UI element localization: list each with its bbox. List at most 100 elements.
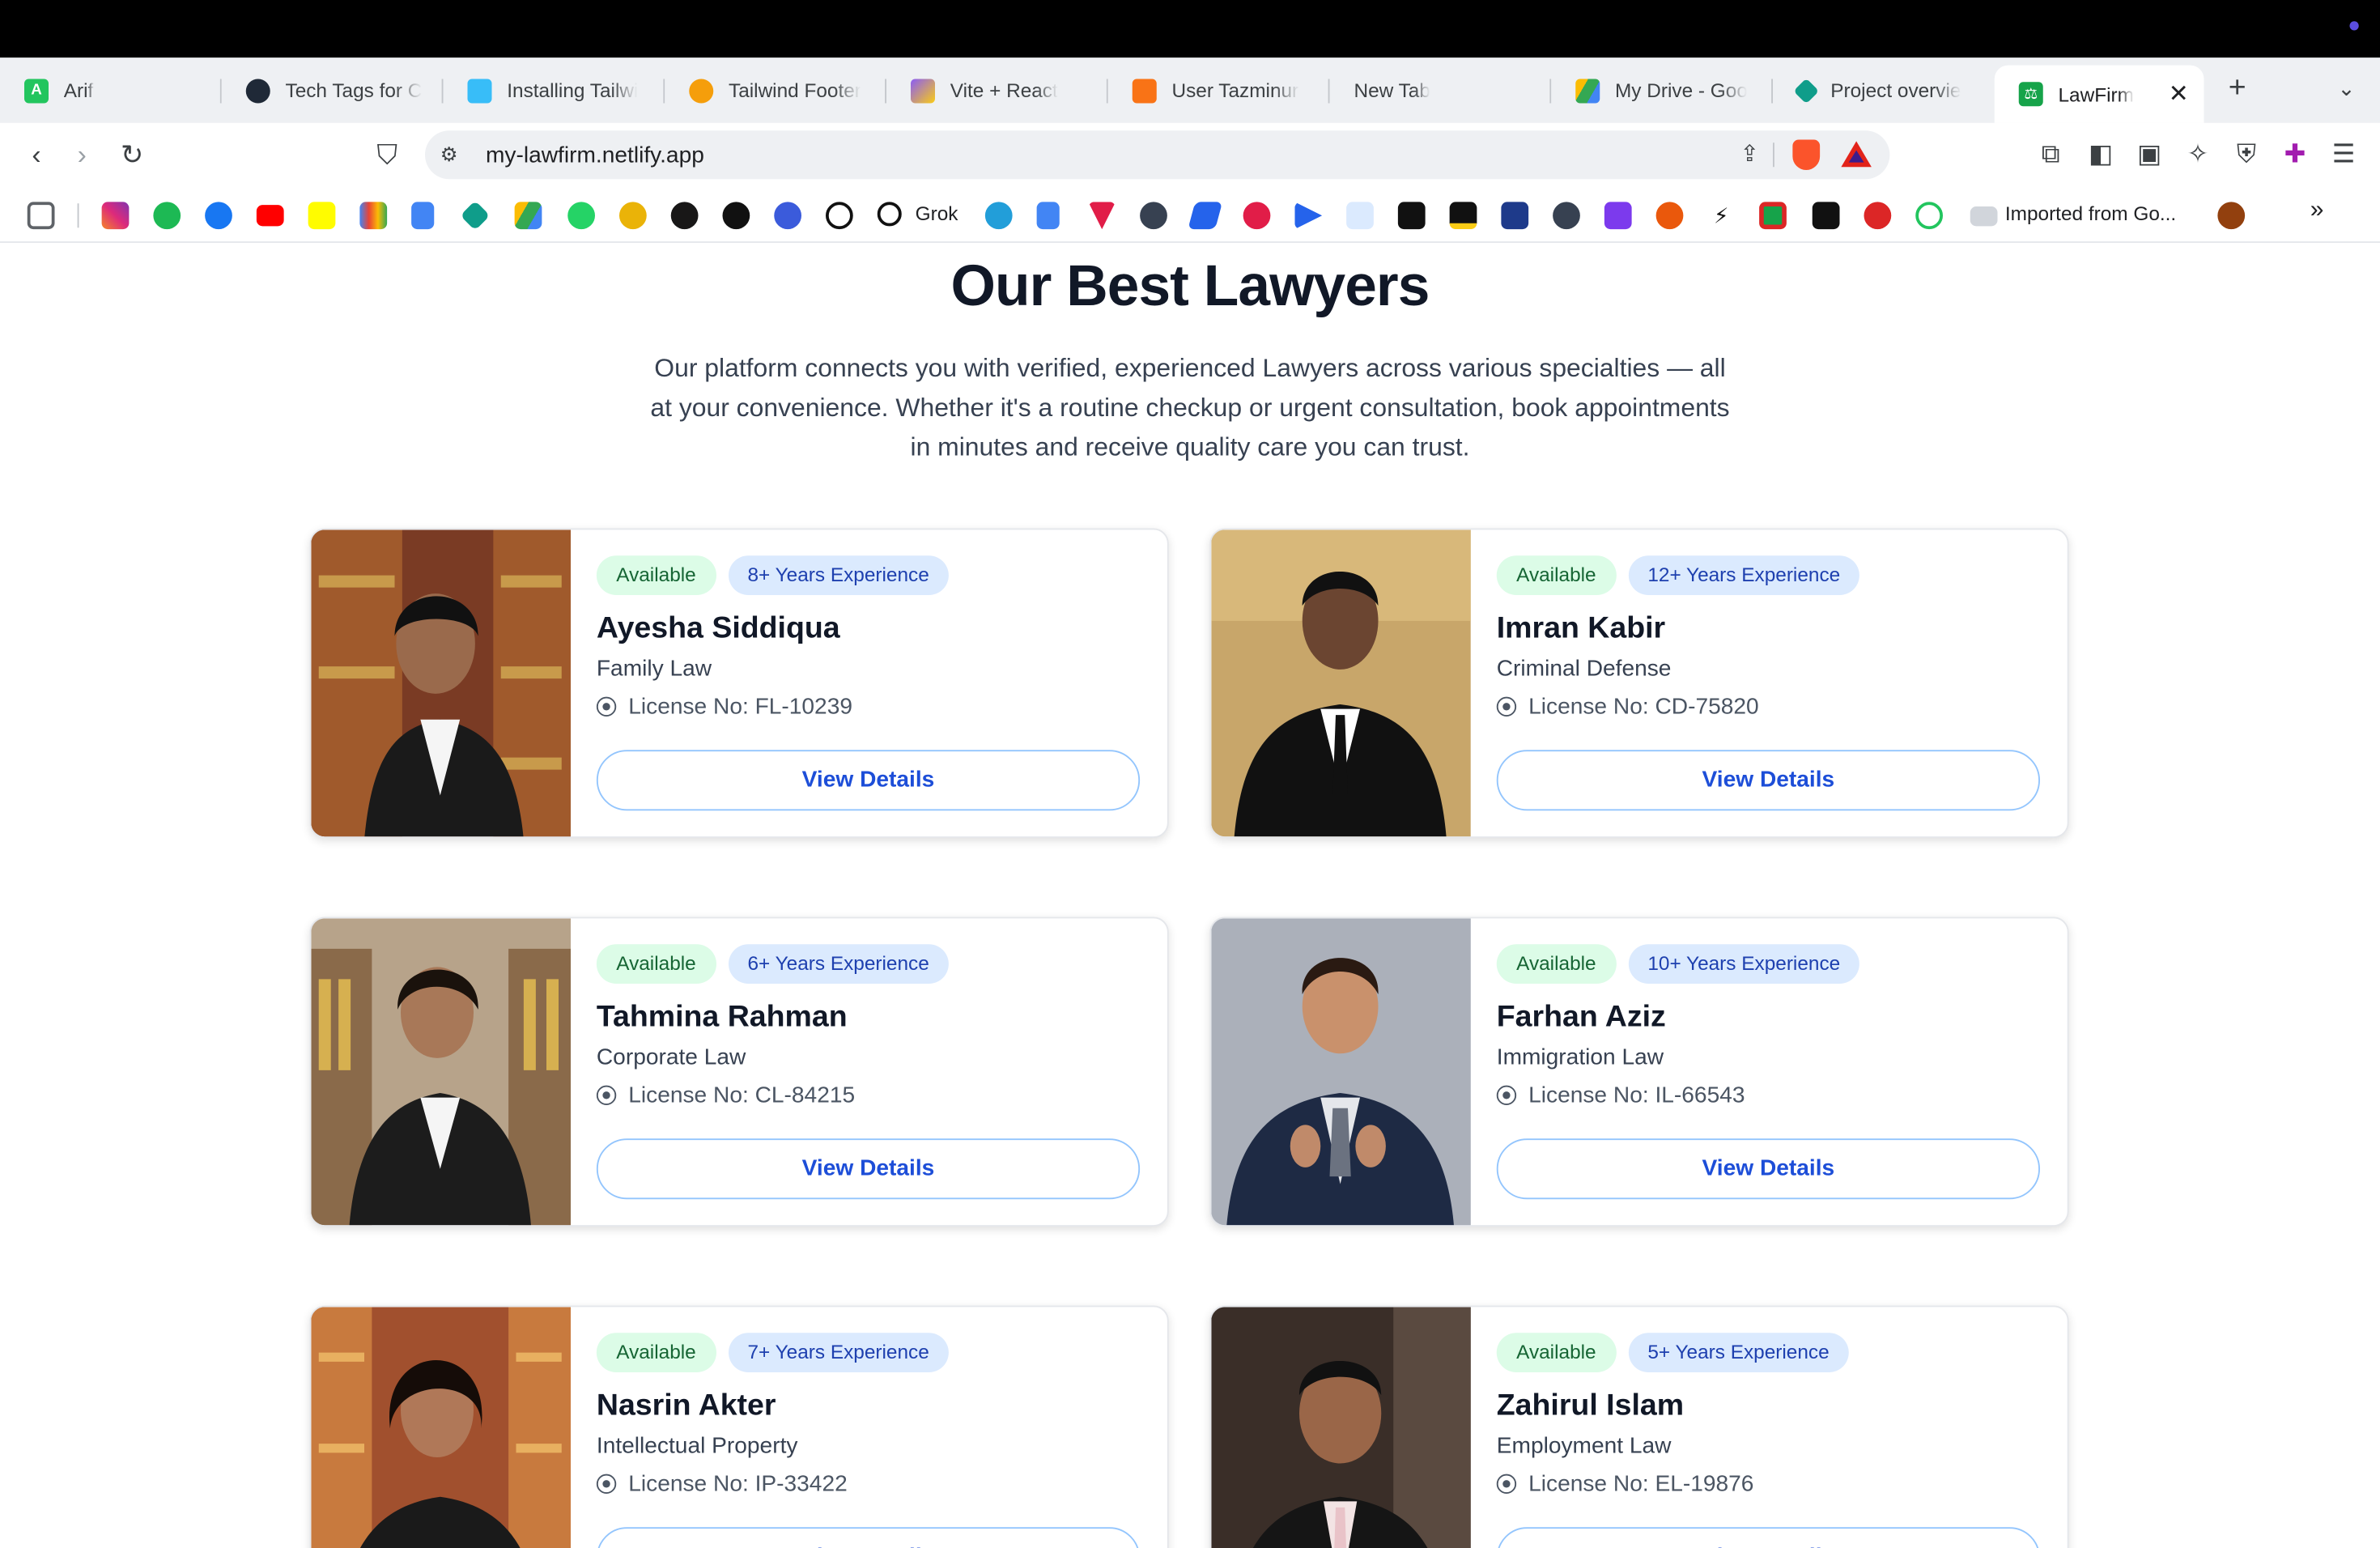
t-icon[interactable] — [1864, 202, 1892, 230]
address-bar[interactable]: ⚙ my-lawfirm.netlify.app ⇪ — [425, 130, 1890, 180]
license-icon — [596, 696, 617, 717]
close-tab-icon[interactable]: ✕ — [2157, 79, 2189, 110]
lawyer-license: License No: EL-19876 — [1528, 1470, 1754, 1497]
google-docs-icon[interactable] — [411, 202, 435, 230]
diamond-icon[interactable] — [460, 200, 491, 231]
view-details-button[interactable]: View Details — [596, 750, 1141, 811]
bookmarks-overflow-icon[interactable]: » — [2310, 198, 2324, 225]
red-box-icon[interactable] — [1759, 202, 1787, 230]
docs-icon[interactable] — [1036, 202, 1060, 230]
tab-my-drive[interactable]: My Drive - Goo — [1551, 57, 1773, 123]
tab-search-chevron-icon[interactable]: ⌄ — [2338, 76, 2356, 102]
tab-user-tazminur[interactable]: User Tazminur — [1108, 57, 1330, 123]
bolt-icon[interactable]: ⚡ — [1707, 202, 1736, 230]
snapchat-icon[interactable] — [308, 202, 336, 230]
extensions-icon[interactable]: ⧉ — [2034, 138, 2068, 172]
yt-music-icon[interactable] — [1243, 202, 1271, 230]
vpn-icon[interactable]: ⛨ — [2229, 138, 2263, 172]
experience-badge: 12+ Years Experience — [1627, 555, 1860, 595]
books-icon[interactable] — [1188, 202, 1223, 230]
apps-grid-icon[interactable] — [27, 202, 55, 230]
tab-label: User Tazminur — [1171, 79, 1299, 102]
lawyer-name: Tahmina Rahman — [596, 1000, 848, 1034]
tab-strip: A Arif Tech Tags for C Installing Tailwi… — [0, 57, 2380, 123]
new-tab-icon[interactable]: + — [2222, 73, 2253, 104]
availability-badge: Available — [596, 1333, 716, 1372]
url-text[interactable]: my-lawfirm.netlify.app — [486, 142, 704, 168]
basketball-icon[interactable] — [1655, 202, 1684, 230]
tab-label: Tailwind Footer — [729, 79, 861, 102]
telegram-icon[interactable] — [984, 202, 1013, 230]
lawyer-specialty: Employment Law — [1496, 1433, 1672, 1459]
share-icon[interactable]: ⇪ — [1740, 140, 1760, 167]
google-drive-favicon-icon — [1575, 78, 1600, 103]
brave-rewards-icon[interactable] — [1841, 141, 1872, 168]
deepseek-icon[interactable] — [774, 202, 801, 230]
lawyer-license: License No: CL-84215 — [628, 1082, 856, 1108]
avatar-bookmark-icon[interactable] — [2217, 202, 2246, 230]
play-icon[interactable] — [1294, 202, 1323, 230]
instagram-icon[interactable] — [101, 202, 130, 230]
bookmark-imported[interactable]: Imported from Go... — [2005, 202, 2176, 224]
forward-icon[interactable]: › — [66, 138, 99, 172]
tab-arif[interactable]: A Arif — [0, 57, 222, 123]
youtube-icon[interactable] — [256, 205, 284, 227]
tab-installing-tailwind[interactable]: Installing Tailwi — [444, 57, 665, 123]
back-icon[interactable]: ‹ — [19, 138, 53, 172]
vivaldi-icon[interactable] — [1088, 202, 1116, 230]
leo-ai-icon[interactable]: ✧ — [2181, 138, 2214, 172]
lawyer-name: Zahirul Islam — [1496, 1389, 1685, 1423]
reload-icon[interactable]: ↻ — [116, 138, 149, 172]
gmail-icon[interactable] — [359, 202, 388, 230]
availability-badge: Available — [596, 555, 716, 595]
tab-tech-tags[interactable]: Tech Tags for C — [222, 57, 444, 123]
ae-icon[interactable] — [1346, 202, 1374, 230]
lawyer-name: Nasrin Akter — [596, 1389, 776, 1423]
square-icon[interactable] — [1501, 202, 1529, 230]
grok-icon[interactable] — [877, 202, 902, 227]
mac-icon[interactable] — [1449, 202, 1477, 230]
license-icon — [596, 1474, 617, 1494]
github-icon[interactable] — [670, 202, 699, 230]
brave-shields-icon[interactable] — [1792, 139, 1821, 170]
view-details-button[interactable]: View Details — [1496, 1527, 2040, 1548]
view-details-button[interactable]: View Details — [596, 1527, 1141, 1548]
tab-lawfirm[interactable]: ⚖ LawFirm ✕ — [1994, 65, 2204, 123]
purple-play-icon[interactable] — [1604, 202, 1632, 230]
tab-vite-react[interactable]: Vite + React — [886, 57, 1108, 123]
lawyer-specialty: Intellectual Property — [596, 1433, 798, 1459]
lawyer-license: License No: CD-75820 — [1528, 693, 1759, 720]
lawyer-photo — [1211, 1307, 1471, 1548]
globe2-icon[interactable] — [1553, 202, 1580, 230]
menu-icon[interactable]: ☰ — [2327, 138, 2360, 172]
tab-new-tab[interactable]: New Tab — [1330, 57, 1552, 123]
capcut-icon[interactable] — [1812, 202, 1840, 230]
facebook-icon[interactable] — [205, 202, 232, 230]
view-details-button[interactable]: View Details — [1496, 750, 2040, 811]
folder-icon[interactable] — [1970, 206, 1998, 227]
tab-tailwind-footer[interactable]: Tailwind Footer — [665, 57, 886, 123]
tab-label: LawFirm — [2058, 83, 2134, 106]
view-details-button[interactable]: View Details — [596, 1138, 1141, 1200]
sidebar-icon[interactable]: ◧ — [2084, 138, 2117, 172]
spotify-icon[interactable] — [153, 202, 181, 230]
wallet-icon[interactable]: ▣ — [2132, 138, 2165, 172]
lawyer-card: Available 6+ Years Experience Tahmina Rah… — [309, 916, 1169, 1227]
project-favicon-icon — [1793, 77, 1820, 104]
bookmark-page-icon[interactable]: ⛉ — [371, 138, 404, 172]
bee-icon[interactable] — [619, 202, 647, 230]
chatgpt-icon[interactable] — [722, 202, 750, 230]
view-details-button[interactable]: View Details — [1496, 1138, 2040, 1200]
link-icon[interactable] — [826, 202, 853, 230]
lawyer-card: Available 12+ Years Experience Imran Kabi… — [1209, 528, 2069, 838]
green-circle-icon[interactable] — [1915, 202, 1943, 230]
whatsapp-icon[interactable] — [567, 202, 595, 230]
profile-icon[interactable]: ✚ — [2278, 138, 2311, 172]
st-icon[interactable] — [1397, 202, 1426, 230]
bookmark-grok[interactable]: Grok — [916, 202, 958, 224]
tab-project-overview[interactable]: Project overvie — [1773, 57, 1995, 123]
drive-icon[interactable] — [514, 202, 542, 230]
site-settings-icon[interactable]: ⚙ — [440, 142, 465, 167]
lawyer-name: Ayesha Siddiqua — [596, 611, 840, 645]
globe-icon[interactable] — [1140, 202, 1167, 230]
